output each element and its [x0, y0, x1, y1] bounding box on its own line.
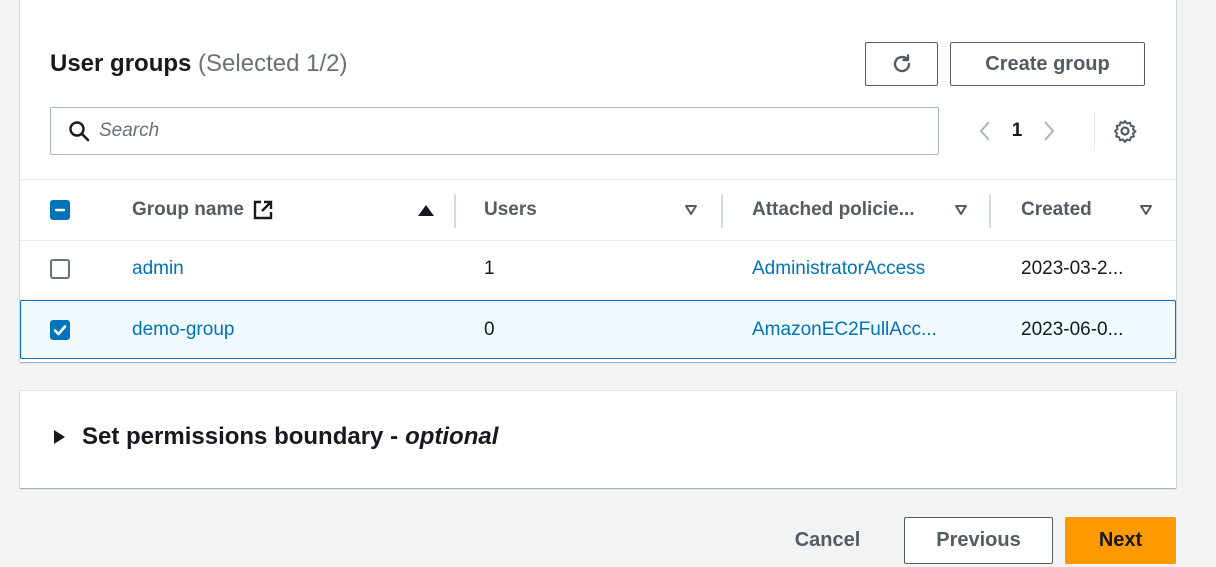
table-row-selected[interactable]: demo-group 0 AmazonEC2FullAcc... 2023-06… [20, 300, 1176, 359]
chevron-right-icon [1044, 121, 1055, 141]
policy-link[interactable]: AmazonEC2FullAcc... [752, 301, 937, 359]
previous-page-button[interactable] [970, 114, 1000, 148]
refresh-icon [893, 54, 910, 73]
table-row[interactable]: admin 1 AdministratorAccess 2023-03-2... [20, 240, 1176, 300]
users-count: 1 [484, 258, 495, 279]
column-label: Group name [132, 199, 244, 220]
external-link-icon [253, 200, 273, 220]
sort-down-icon [955, 205, 967, 215]
chevron-left-icon [979, 121, 990, 141]
table-header: Group name Users Attached policie... Cre… [20, 179, 1176, 241]
column-divider [454, 194, 456, 228]
column-created[interactable]: Created [1021, 180, 1155, 240]
row-select-cell [50, 240, 70, 298]
column-divider [721, 194, 723, 228]
sort-down-icon [1140, 205, 1152, 215]
sort-ascending-icon [418, 205, 434, 216]
column-attached-policies[interactable]: Attached policie... [752, 180, 976, 240]
column-users[interactable]: Users [484, 180, 708, 240]
panel-title-text: User groups [50, 50, 192, 77]
row-checkbox[interactable] [50, 259, 70, 279]
search-field[interactable] [50, 107, 939, 155]
minus-icon [54, 208, 66, 212]
preferences-button[interactable] [1112, 118, 1138, 144]
gear-icon [1114, 120, 1137, 143]
column-group-name[interactable]: Group name [132, 180, 440, 240]
current-page[interactable]: 1 [1000, 120, 1034, 142]
group-name-link[interactable]: admin [132, 240, 184, 298]
search-icon [65, 117, 93, 145]
next-page-button[interactable] [1034, 114, 1064, 148]
policy-link[interactable]: AdministratorAccess [752, 240, 925, 298]
created-date: 2023-06-0... [1021, 319, 1124, 340]
column-label: Attached policie... [752, 199, 915, 220]
optional-label: optional [405, 423, 499, 450]
boundary-title-text: Set permissions boundary - [82, 423, 399, 450]
selection-count: (Selected 1/2) [198, 50, 348, 77]
create-group-button[interactable]: Create group [950, 42, 1145, 86]
group-name-link[interactable]: demo-group [132, 301, 234, 359]
select-all-cell [50, 180, 70, 240]
panel-title: User groups (Selected 1/2) [50, 50, 347, 78]
checkmark-icon [53, 325, 67, 336]
users-count: 0 [484, 319, 495, 340]
select-all-checkbox[interactable] [50, 200, 70, 220]
column-label: Users [484, 199, 537, 220]
column-label: Created [1021, 199, 1092, 220]
permissions-boundary-panel: Set permissions boundary - optional [20, 391, 1176, 488]
row-checkbox-checked[interactable] [50, 320, 70, 340]
cancel-button[interactable]: Cancel [780, 517, 875, 564]
previous-button[interactable]: Previous [904, 517, 1053, 564]
pagination: 1 [970, 112, 1095, 150]
next-button[interactable]: Next [1065, 517, 1176, 564]
caret-right-icon [54, 430, 65, 444]
user-groups-panel: User groups (Selected 1/2) Create group … [20, 0, 1176, 362]
row-select-cell [50, 301, 70, 359]
created-date: 2023-03-2... [1021, 258, 1124, 279]
sort-down-icon [685, 205, 697, 215]
search-input[interactable] [99, 120, 899, 142]
permissions-boundary-toggle[interactable]: Set permissions boundary - optional [54, 423, 498, 451]
column-divider [989, 194, 991, 228]
refresh-button[interactable] [865, 42, 938, 86]
pager-divider [1094, 112, 1095, 150]
